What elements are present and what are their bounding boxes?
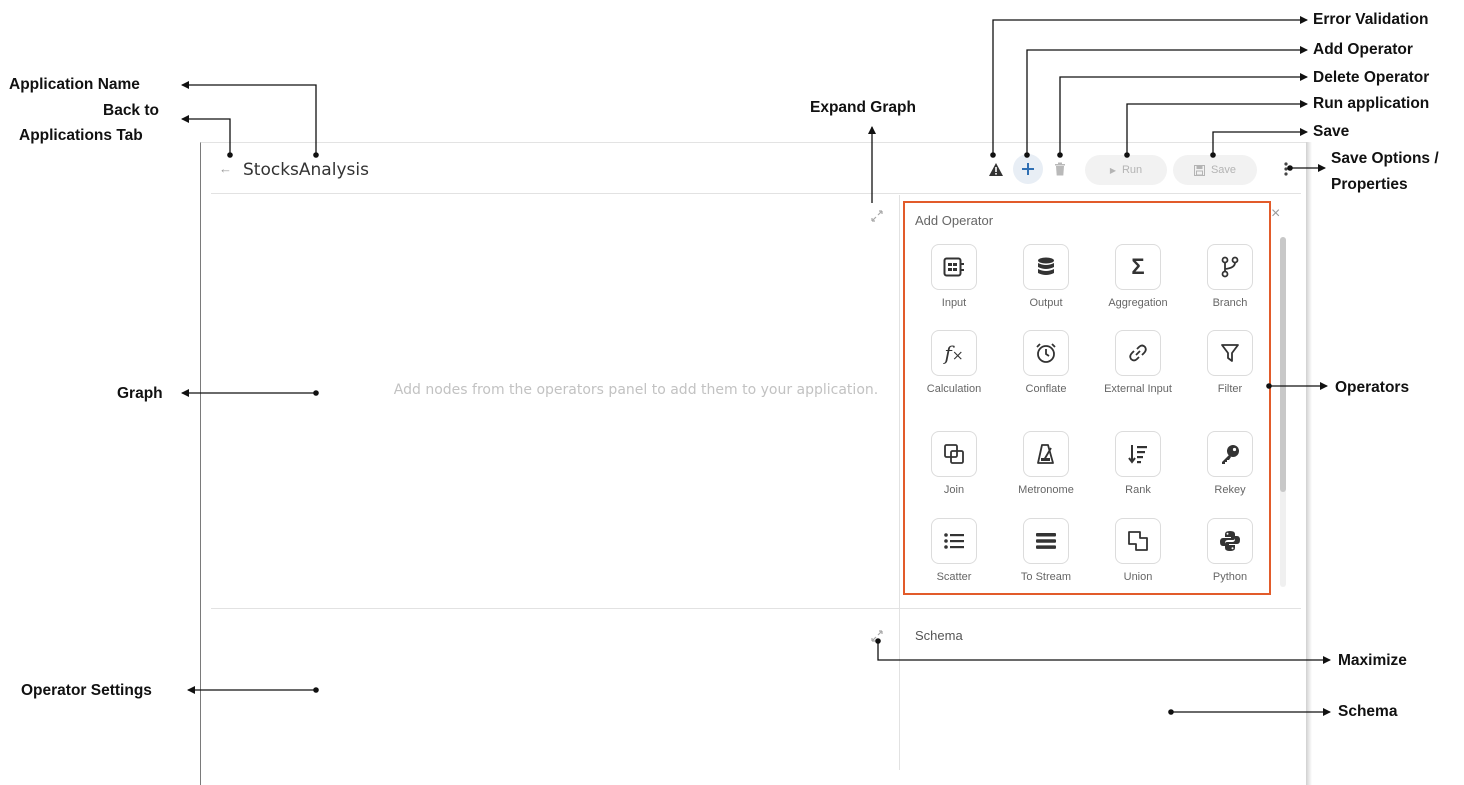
join-icon (944, 444, 964, 464)
top-bar: ← StocksAnalysis ▶ Run Save (201, 143, 1306, 195)
annotation-delete-operator: Delete Operator (1313, 69, 1430, 86)
annotation-save: Save (1313, 123, 1350, 140)
play-icon: ▶ (1109, 165, 1116, 175)
filter-icon (1221, 344, 1239, 362)
annotation-graph: Graph (117, 385, 163, 402)
alarm-clock-icon (1036, 343, 1056, 363)
more-options-icon[interactable] (1281, 157, 1291, 181)
operator-rekey[interactable]: Rekey (1184, 431, 1276, 497)
stream-icon (1036, 533, 1056, 549)
annotation-operators: Operators (1335, 379, 1410, 396)
trash-icon (1055, 162, 1065, 176)
operators-panel: Add Operator Input Output Σ Aggregation … (903, 201, 1271, 595)
function-icon: f× (944, 341, 964, 365)
operator-input[interactable]: Input (908, 244, 1000, 310)
operator-to-stream[interactable]: To Stream (1000, 518, 1092, 584)
operator-filter[interactable]: Filter (1184, 330, 1276, 396)
schema-title: Schema (915, 628, 963, 643)
rank-icon (1128, 445, 1147, 464)
close-panel-icon[interactable]: × (1271, 205, 1280, 223)
plus-icon (1022, 163, 1034, 175)
add-operator-button[interactable] (1013, 154, 1043, 184)
annotation-add-operator: Add Operator (1313, 41, 1413, 58)
operator-branch[interactable]: Branch (1184, 244, 1276, 310)
operator-output[interactable]: Output (1000, 244, 1092, 310)
floppy-icon (1193, 164, 1205, 176)
graph-empty-hint: Add nodes from the operators panel to ad… (393, 382, 879, 398)
annotation-run-application: Run application (1313, 95, 1430, 112)
operator-union[interactable]: Union (1092, 518, 1184, 584)
divider (211, 193, 1301, 194)
annotation-applications-tab: Applications Tab (19, 127, 143, 144)
application-editor: ← StocksAnalysis ▶ Run Save Add nodes fr… (200, 142, 1310, 785)
vertical-divider[interactable] (899, 195, 900, 770)
panel-edge-shadow (1306, 142, 1312, 785)
python-icon (1220, 531, 1240, 551)
operators-scrollbar[interactable] (1280, 237, 1286, 587)
operator-scatter[interactable]: Scatter (908, 518, 1000, 584)
branch-icon (1221, 256, 1239, 278)
error-validation-icon[interactable] (984, 157, 1008, 181)
metronome-icon (1037, 444, 1054, 464)
annotation-operator-settings: Operator Settings (21, 682, 152, 699)
operator-aggregation[interactable]: Σ Aggregation (1092, 244, 1184, 310)
operator-calculation[interactable]: f× Calculation (908, 330, 1000, 396)
annotation-maximize: Maximize (1338, 652, 1407, 669)
union-icon (1128, 531, 1148, 551)
operator-metronome[interactable]: Metronome (1000, 431, 1092, 497)
expand-graph-icon[interactable] (869, 208, 885, 224)
run-button[interactable]: ▶ Run (1085, 155, 1167, 185)
save-button[interactable]: Save (1173, 155, 1257, 185)
sigma-icon: Σ (1131, 254, 1145, 279)
database-icon (1038, 257, 1054, 275)
operator-external-input[interactable]: External Input (1092, 330, 1184, 396)
list-icon (944, 533, 964, 549)
operator-join[interactable]: Join (908, 431, 1000, 497)
operators-panel-title: Add Operator (915, 213, 994, 228)
delete-operator-button[interactable] (1048, 157, 1072, 181)
operator-rank[interactable]: Rank (1092, 431, 1184, 497)
key-icon (1222, 445, 1239, 464)
annotation-error-validation: Error Validation (1313, 11, 1429, 28)
back-arrow-icon[interactable]: ← (219, 161, 232, 176)
operator-conflate[interactable]: Conflate (1000, 330, 1092, 396)
application-name[interactable]: StocksAnalysis (243, 160, 369, 180)
annotation-schema: Schema (1338, 703, 1398, 720)
annotation-application-name: Application Name (9, 76, 140, 93)
annotation-expand-graph: Expand Graph (810, 99, 916, 116)
input-icon (943, 257, 964, 277)
link-icon (1129, 344, 1147, 362)
annotation-properties: Properties (1331, 176, 1408, 193)
annotation-back-to: Back to (103, 102, 159, 119)
horizontal-divider[interactable] (211, 608, 1301, 609)
operator-python[interactable]: Python (1184, 518, 1276, 584)
scroll-thumb[interactable] (1280, 237, 1286, 492)
annotation-save-options: Save Options / (1331, 150, 1439, 167)
maximize-icon[interactable] (869, 628, 885, 644)
